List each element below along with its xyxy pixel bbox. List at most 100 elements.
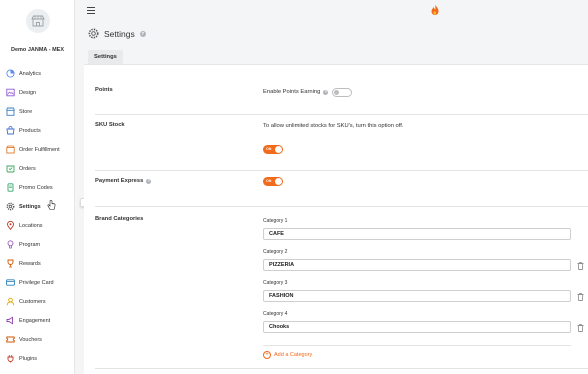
sidebar-item-products[interactable]: Products	[5, 121, 73, 140]
sidebar-item-store[interactable]: Store	[5, 102, 73, 121]
sidebar-item-analytics[interactable]: Analytics	[5, 64, 73, 83]
sidebar-item-label: Program	[19, 241, 41, 248]
sidebar-item-label: Products	[19, 127, 41, 134]
sidebar-item-label: Promo Codes	[19, 184, 53, 191]
help-icon[interactable]: ?	[139, 30, 146, 37]
engagement-icon	[6, 316, 15, 325]
sidebar-item-plugins[interactable]: Plugins	[5, 349, 73, 368]
divider	[263, 345, 571, 346]
program-icon	[6, 240, 15, 249]
sidebar-item-label: Design	[19, 89, 37, 96]
toggle-label: ON	[266, 147, 272, 151]
storefront-icon	[31, 15, 45, 27]
sku-stock-description: To allow unlimited stocks for SKU's, tur…	[263, 123, 404, 129]
sidebar-item-label: Store	[19, 108, 33, 115]
toggle-knob	[334, 90, 339, 95]
sidebar-item-vouchers[interactable]: Vouchers	[5, 330, 73, 349]
store-logo[interactable]	[26, 9, 50, 33]
sidebar-item-label: Locations	[19, 222, 43, 229]
sidebar-item-label: Analytics	[19, 70, 42, 77]
sidebar: Demo JANMA - MEX Analytics Design Store …	[0, 0, 75, 374]
category-label: Category 4	[263, 311, 288, 317]
toggle-label: ON	[266, 179, 272, 183]
brand-logo-icon	[431, 5, 439, 16]
sidebar-nav: Analytics Design Store Products Order Fu…	[5, 64, 73, 368]
sidebar-item-engagement[interactable]: Engagement	[5, 311, 73, 330]
category-input[interactable]: FASHION	[263, 290, 571, 302]
toggle-knob	[275, 178, 282, 185]
sidebar-item-locations[interactable]: Locations	[5, 216, 73, 235]
trash-icon[interactable]	[577, 324, 584, 332]
top-bar	[76, 0, 588, 22]
sidebar-item-label: Customers	[19, 298, 46, 305]
page-title: Settings	[104, 28, 135, 39]
category-label: Category 3	[263, 280, 288, 286]
page-header: Settings ?	[88, 28, 146, 39]
add-category-button[interactable]: + Add a Category	[263, 351, 312, 359]
category-label: Category 1	[263, 218, 288, 224]
sidebar-item-label: Orders	[19, 165, 36, 172]
orders-icon	[6, 164, 15, 173]
sidebar-item-privilege-card[interactable]: Privilege Card	[5, 273, 73, 292]
tab-settings[interactable]: Settings	[88, 50, 123, 64]
promo-codes-icon	[6, 183, 15, 192]
hand-cursor-icon	[47, 200, 56, 210]
sku-stock-row: SKU Stock To allow unlimited stocks for …	[95, 115, 588, 171]
design-icon	[6, 88, 15, 97]
analytics-icon	[6, 69, 15, 78]
sidebar-item-label: Plugins	[19, 355, 38, 362]
sidebar-item-rewards[interactable]: Rewards	[5, 254, 73, 273]
sidebar-item-order-fulfillment[interactable]: Order Fulfillment	[5, 140, 73, 159]
gear-icon	[6, 202, 15, 211]
sku-stock-toggle[interactable]: ON	[263, 145, 283, 154]
enable-points-label: Enable Points Earning ?	[263, 89, 329, 95]
settings-panel: Points Enable Points Earning ? SKU Stock…	[84, 64, 588, 374]
sidebar-item-label: Settings	[19, 203, 41, 210]
category-input[interactable]: CAFE	[263, 228, 571, 240]
sidebar-item-design[interactable]: Design	[5, 83, 73, 102]
vouchers-icon	[6, 335, 15, 344]
store-name: Demo JANMA - MEX	[11, 47, 64, 53]
trash-icon[interactable]	[577, 293, 584, 301]
sidebar-item-label: Rewards	[19, 260, 41, 267]
plus-icon: +	[263, 351, 271, 359]
order-fulfillment-icon	[6, 145, 15, 154]
sidebar-item-settings[interactable]: Settings	[5, 197, 73, 216]
rewards-icon	[6, 259, 15, 268]
divider	[95, 368, 588, 369]
category-input[interactable]: Chooks	[263, 321, 571, 333]
category-label: Category 2	[263, 249, 288, 255]
store-icon	[6, 107, 15, 116]
products-icon	[6, 126, 15, 135]
add-category-label: Add a Category	[274, 352, 313, 358]
payment-express-label: Payment Express	[95, 178, 144, 184]
trash-icon[interactable]	[577, 262, 584, 270]
sidebar-item-program[interactable]: Program	[5, 235, 73, 254]
sku-stock-title: SKU Stock	[95, 122, 125, 128]
card-icon	[6, 278, 15, 287]
sidebar-item-label: Engagement	[19, 317, 51, 324]
sidebar-item-label: Vouchers	[19, 336, 42, 343]
location-pin-icon	[6, 221, 15, 230]
payment-express-row: Payment Express ? ON	[95, 171, 588, 207]
points-earning-toggle[interactable]	[332, 88, 352, 97]
sidebar-item-promo-codes[interactable]: Promo Codes	[5, 178, 73, 197]
toggle-knob	[275, 146, 282, 153]
customers-icon	[6, 297, 15, 306]
sidebar-item-orders[interactable]: Orders	[5, 159, 73, 178]
sidebar-item-customers[interactable]: Customers	[5, 292, 73, 311]
points-row: Points Enable Points Earning ?	[95, 65, 588, 115]
gear-icon	[88, 28, 99, 39]
sidebar-item-label: Order Fulfillment	[19, 146, 60, 153]
payment-express-toggle[interactable]: ON	[263, 177, 283, 186]
brand-categories-title: Brand Categories	[95, 216, 144, 222]
points-title: Points	[95, 87, 113, 93]
sidebar-item-label: Privilege Card	[19, 279, 54, 286]
enable-points-text: Enable Points Earning	[263, 89, 321, 95]
plugins-icon	[6, 354, 15, 363]
payment-express-title: Payment Express ?	[95, 178, 152, 184]
help-icon[interactable]: ?	[146, 178, 152, 184]
hamburger-menu-icon[interactable]	[87, 7, 95, 14]
category-input[interactable]: PIZZERIA	[263, 259, 571, 271]
help-icon[interactable]: ?	[323, 89, 329, 95]
